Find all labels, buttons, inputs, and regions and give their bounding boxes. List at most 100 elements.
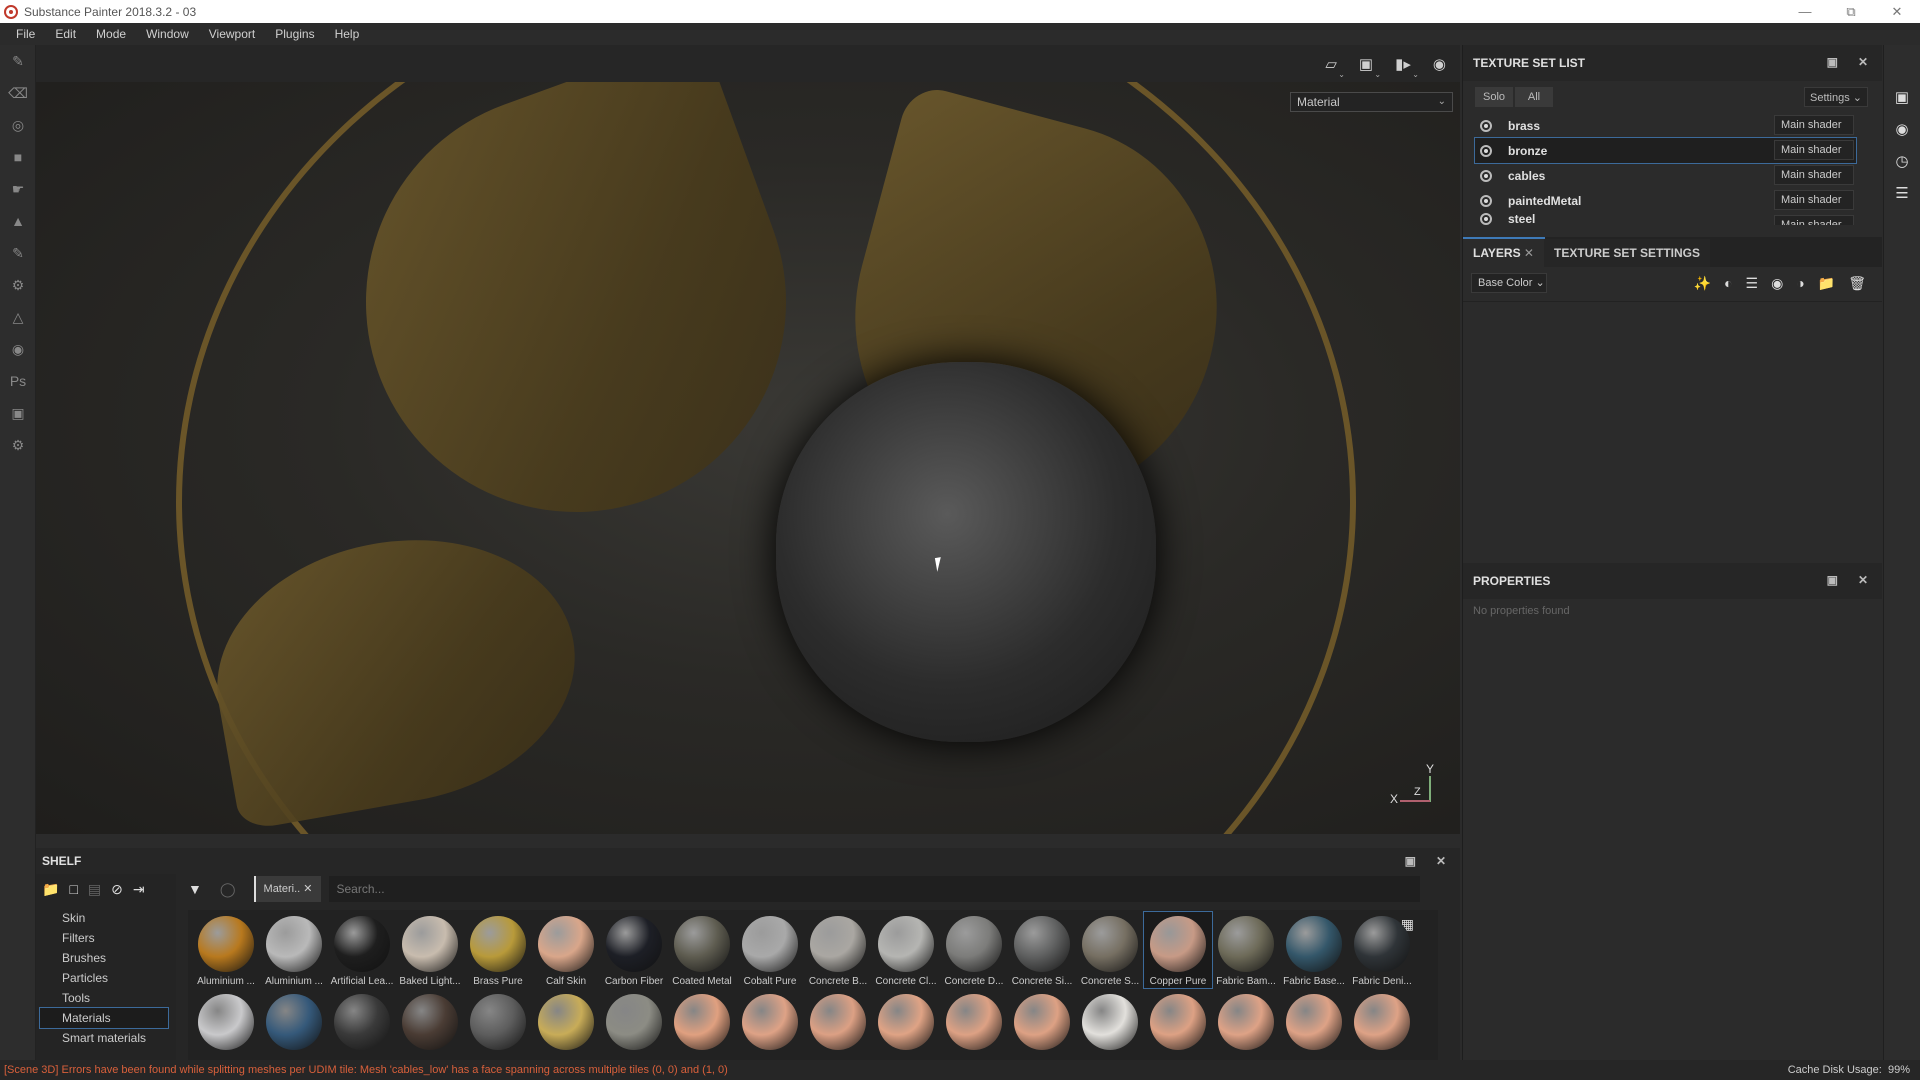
shelf-category-brushes[interactable]: Brushes bbox=[36, 948, 176, 968]
shader-dropdown[interactable]: Main shader ⌄ bbox=[1774, 115, 1854, 149]
material-item[interactable] bbox=[532, 990, 600, 1050]
material-item[interactable]: Brass Pure bbox=[464, 912, 532, 987]
log-icon[interactable]: ☰ bbox=[1884, 177, 1920, 209]
substance-icon[interactable]: ⚙ bbox=[0, 269, 36, 301]
material-item[interactable]: Concrete D... bbox=[940, 912, 1008, 987]
photoshop-icon[interactable]: Ps bbox=[0, 365, 36, 397]
shelf-category-smart-materials[interactable]: Smart materials bbox=[36, 1028, 176, 1048]
material-item[interactable] bbox=[1008, 990, 1076, 1050]
material-item[interactable]: Concrete Cl... bbox=[872, 912, 940, 987]
folder-icon[interactable]: 📁 bbox=[42, 881, 59, 898]
export-icon[interactable]: ▣ bbox=[0, 397, 36, 429]
projection-icon[interactable]: ◎ bbox=[0, 109, 36, 141]
menu-edit[interactable]: Edit bbox=[45, 27, 86, 41]
material-item[interactable] bbox=[1076, 990, 1144, 1050]
color-picker-icon[interactable]: ✎ bbox=[0, 237, 36, 269]
shader-dropdown[interactable]: Main shader ⌄ bbox=[1774, 190, 1854, 224]
restore-button[interactable]: ⧉ bbox=[1828, 0, 1874, 23]
material-item[interactable] bbox=[192, 990, 260, 1050]
notification-icon[interactable]: △ bbox=[0, 301, 36, 333]
display-settings-icon[interactable]: ▣ bbox=[1884, 81, 1920, 113]
paint-brush-icon[interactable]: ✎ bbox=[0, 45, 36, 77]
material-item[interactable] bbox=[328, 990, 396, 1050]
material-item[interactable]: Concrete Si... bbox=[1008, 912, 1076, 987]
filter-icon[interactable]: ▼ bbox=[188, 881, 202, 897]
remove-filter-icon[interactable]: ✕ bbox=[303, 883, 312, 895]
material-item[interactable] bbox=[600, 990, 668, 1050]
float-panel-icon[interactable]: ▣ bbox=[1405, 854, 1416, 868]
visibility-radio[interactable] bbox=[1480, 194, 1492, 207]
layer-stack[interactable] bbox=[1463, 301, 1882, 563]
texture-set-item-selected[interactable]: bronze Main shader ⌄ bbox=[1474, 137, 1857, 174]
menu-viewport[interactable]: Viewport bbox=[199, 27, 265, 41]
material-item[interactable] bbox=[668, 990, 736, 1050]
add-layer-icon[interactable]: ☰ bbox=[1746, 275, 1759, 292]
material-item[interactable] bbox=[1348, 990, 1416, 1050]
menu-file[interactable]: File bbox=[6, 27, 45, 41]
material-item[interactable]: Concrete S... bbox=[1076, 912, 1144, 987]
visibility-radio[interactable] bbox=[1480, 144, 1492, 157]
tab-layers[interactable]: LAYERS ✕ bbox=[1463, 239, 1544, 267]
save-icon[interactable]: ▤ bbox=[88, 881, 101, 898]
menu-plugins[interactable]: Plugins bbox=[265, 27, 324, 41]
shader-dropdown[interactable]: Main shader ⌄ bbox=[1774, 215, 1854, 225]
material-item[interactable]: Cobalt Pure bbox=[736, 912, 804, 987]
shelf-search-input[interactable]: Search... bbox=[328, 876, 1420, 902]
shader-settings-icon[interactable]: ◉ bbox=[1884, 113, 1920, 145]
material-item[interactable] bbox=[396, 990, 464, 1050]
hide-icon[interactable]: ⊘ bbox=[111, 881, 123, 898]
close-panel-icon[interactable]: ✕ bbox=[1858, 55, 1868, 69]
texture-set-item[interactable]: brass Main shader ⌄ bbox=[1463, 113, 1882, 149]
substance-source-icon[interactable]: ◉ bbox=[0, 333, 36, 365]
material-item[interactable]: Aluminium ... bbox=[192, 912, 260, 987]
float-panel-icon[interactable]: ▣ bbox=[1827, 55, 1838, 69]
texture-set-item[interactable]: steel Main shader ⌄ bbox=[1463, 213, 1882, 225]
material-item[interactable]: Concrete B... bbox=[804, 912, 872, 987]
minimize-button[interactable]: — bbox=[1782, 0, 1828, 23]
polygon-fill-icon[interactable]: ■ bbox=[0, 141, 36, 173]
close-button[interactable]: ✕ bbox=[1874, 0, 1920, 23]
texture-set-item[interactable]: cables Main shader ⌄ bbox=[1463, 163, 1882, 199]
material-item[interactable]: Fabric Base... bbox=[1280, 912, 1348, 987]
history-icon[interactable]: ◷ bbox=[1884, 145, 1920, 177]
material-item[interactable] bbox=[1144, 990, 1212, 1050]
float-panel-icon[interactable]: ▣ bbox=[1827, 573, 1838, 587]
material-item[interactable]: Carbon Fiber bbox=[600, 912, 668, 987]
material-item[interactable] bbox=[1280, 990, 1348, 1050]
material-item[interactable] bbox=[736, 990, 804, 1050]
material-item[interactable]: Artificial Lea... bbox=[328, 912, 396, 987]
delete-layer-icon[interactable]: 🗑 bbox=[1848, 275, 1866, 292]
new-shelf-icon[interactable]: □ bbox=[69, 881, 77, 897]
screenshot-icon[interactable]: ◉ bbox=[1433, 55, 1446, 73]
material-item[interactable] bbox=[464, 990, 532, 1050]
shader-dropdown[interactable]: Main shader ⌄ bbox=[1774, 165, 1854, 199]
material-item[interactable] bbox=[260, 990, 328, 1050]
material-item[interactable]: Copper Pure bbox=[1143, 911, 1213, 989]
material-item[interactable]: Calf Skin bbox=[532, 912, 600, 987]
visibility-radio[interactable] bbox=[1480, 119, 1492, 132]
add-folder-icon[interactable]: 📁 bbox=[1818, 275, 1835, 292]
solo-button[interactable]: Solo bbox=[1475, 87, 1513, 107]
add-mask-icon[interactable]: ◐ bbox=[1724, 275, 1732, 292]
shader-dropdown[interactable]: Main shader ⌄ bbox=[1774, 140, 1854, 174]
settings-icon[interactable]: ⚙ bbox=[0, 429, 36, 461]
smudge-icon[interactable]: ☛ bbox=[0, 173, 36, 205]
material-item[interactable]: Coated Metal bbox=[668, 912, 736, 987]
material-item[interactable] bbox=[1212, 990, 1280, 1050]
add-effect-icon[interactable]: ✨ bbox=[1694, 275, 1711, 292]
import-icon[interactable]: ⇥ bbox=[133, 881, 145, 898]
settings-dropdown[interactable]: Settings ⌄ bbox=[1804, 87, 1868, 107]
channel-dropdown[interactable]: Base Color ⌄ bbox=[1471, 273, 1547, 293]
all-button[interactable]: All bbox=[1515, 87, 1553, 107]
add-generator-icon[interactable]: ◑ bbox=[1796, 275, 1804, 292]
environment-icon[interactable]: ▣ ⌄ bbox=[1359, 55, 1381, 79]
material-item[interactable]: Fabric Deni... bbox=[1348, 912, 1416, 987]
material-item[interactable] bbox=[940, 990, 1008, 1050]
close-panel-icon[interactable]: ✕ bbox=[1436, 854, 1446, 868]
add-fill-layer-icon[interactable]: ◉ bbox=[1771, 275, 1783, 292]
shelf-category-skin[interactable]: Skin bbox=[36, 908, 176, 928]
tab-texture-set-settings[interactable]: TEXTURE SET SETTINGS bbox=[1543, 239, 1710, 267]
viewport-channel-select[interactable]: Material ⌄ bbox=[1290, 92, 1453, 112]
material-item[interactable]: Baked Light... bbox=[396, 912, 464, 987]
close-panel-icon[interactable]: ✕ bbox=[1858, 573, 1868, 587]
